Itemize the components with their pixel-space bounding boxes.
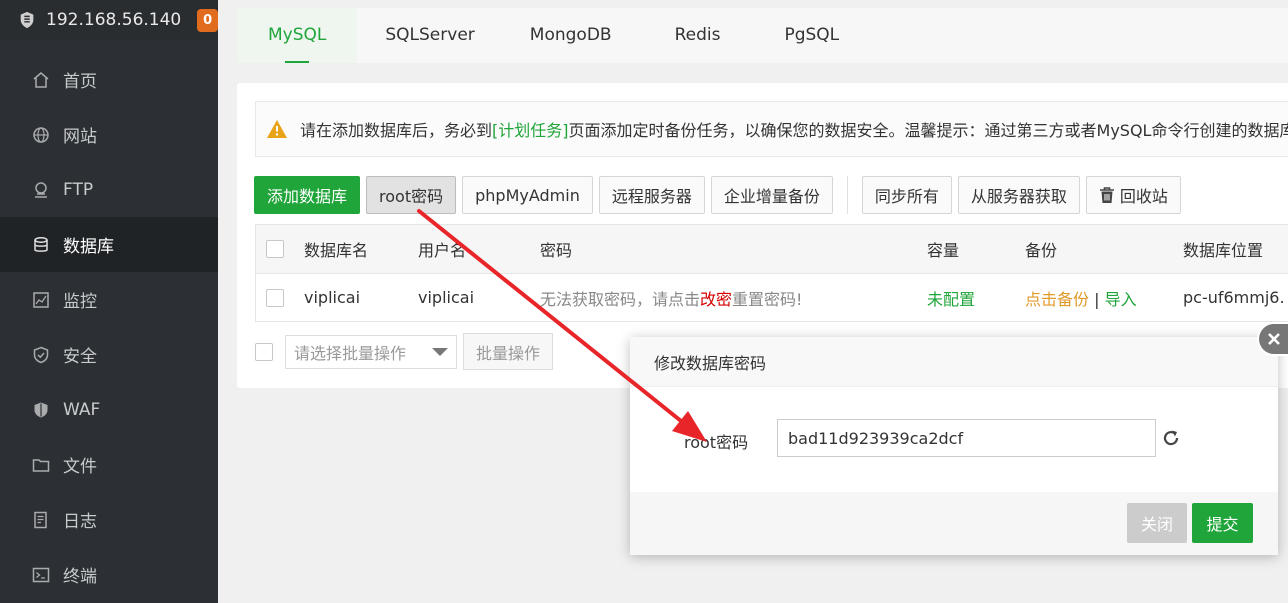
sidebar-item-monitor[interactable]: 监控 (0, 272, 218, 327)
sidebar-item-terminal[interactable]: 终端 (0, 547, 218, 602)
backup-notice: 请在添加数据库后，务必到 [计划任务] 页面添加定时备份任务，以确保您的数据安全。温… (255, 101, 1288, 157)
folder-icon (32, 458, 50, 472)
sidebar-menu: 首页 网站 FTP 数据库 监控 安全 WAF 文件 日志 终端 (0, 52, 218, 602)
tab-mysql[interactable]: MySQL (237, 8, 358, 63)
sidebar-item-websites[interactable]: 网站 (0, 107, 218, 162)
dialog-footer: 关闭 提交 (630, 492, 1278, 555)
fetch-from-server-button[interactable]: 从服务器获取 (957, 176, 1080, 214)
db-toolbar: 添加数据库 root密码 phpMyAdmin 远程服务器 企业增量备份 同步所… (254, 176, 1187, 214)
sidebar-item-home[interactable]: 首页 (0, 52, 218, 107)
change-password-link[interactable]: 改密 (700, 290, 732, 309)
sidebar-item-files[interactable]: 文件 (0, 437, 218, 492)
close-button[interactable]: 关闭 (1127, 503, 1187, 543)
shield-icon (33, 346, 49, 363)
tab-sqlserver[interactable]: SQLServer (357, 8, 502, 63)
batch-operations: 请选择批量操作 批量操作 (255, 333, 554, 370)
row-password-info: 无法获取密码，请点击改密重置密码! (540, 286, 802, 310)
phpmyadmin-button[interactable]: phpMyAdmin (462, 176, 593, 214)
recycle-bin-label: 回收站 (1119, 187, 1168, 206)
row-checkbox[interactable] (266, 288, 284, 307)
sidebar: 192.168.56.140 0 首页 网站 FTP 数据库 监控 安全 WAF… (0, 0, 218, 603)
tab-pgsql[interactable]: PgSQL (756, 8, 867, 63)
refresh-icon[interactable] (1161, 428, 1181, 448)
header-db-name[interactable]: 数据库名 (304, 237, 368, 261)
submit-button[interactable]: 提交 (1192, 503, 1253, 543)
close-icon (1267, 333, 1280, 345)
sync-all-button[interactable]: 同步所有 (861, 176, 952, 214)
notice-prefix: 请在添加数据库后，务必到 (300, 121, 493, 140)
row-db-name: viplicai (304, 288, 361, 307)
batch-checkbox[interactable] (255, 342, 273, 361)
import-link[interactable]: 导入 (1105, 290, 1137, 309)
chevron-down-icon (432, 347, 448, 356)
sidebar-item-ftp[interactable]: FTP (0, 162, 218, 217)
log-icon (34, 511, 47, 528)
select-all-checkbox[interactable] (266, 240, 284, 258)
home-icon (33, 71, 49, 88)
server-header: 192.168.56.140 0 (0, 0, 218, 40)
password-info-suffix: 重置密码! (732, 289, 803, 309)
cron-task-link[interactable]: [计划任务] (492, 117, 569, 141)
waf-icon (34, 402, 48, 417)
header-backup: 备份 (1025, 241, 1058, 260)
terminal-icon (32, 567, 50, 582)
dialog-close-button[interactable] (1257, 322, 1288, 356)
database-icon (34, 236, 48, 252)
header-location: 数据库位置 (1183, 241, 1264, 260)
password-info-prefix: 无法获取密码，请点击 (540, 289, 701, 309)
server-logo-icon (20, 11, 34, 29)
header-user-name[interactable]: 用户名 (418, 237, 466, 261)
sidebar-item-label: WAF (63, 399, 101, 420)
dialog-title: 修改数据库密码 (630, 337, 1278, 387)
root-password-label: root密码 (684, 433, 749, 452)
database-table: 数据库名 用户名 密码 容量 备份 数据库位置 viplicai viplica… (255, 224, 1288, 322)
row-backup-actions: 点击备份 | 导入 (1025, 286, 1137, 310)
row-user-name: viplicai (418, 288, 475, 307)
sidebar-item-label: 数据库 (63, 237, 114, 257)
sidebar-item-database[interactable]: 数据库 (0, 217, 218, 272)
add-database-button[interactable]: 添加数据库 (254, 176, 361, 214)
batch-select-placeholder: 请选择批量操作 (294, 343, 407, 363)
ftp-icon (35, 181, 47, 198)
sidebar-item-label: 文件 (63, 457, 97, 477)
sidebar-item-logs[interactable]: 日志 (0, 492, 218, 547)
backup-separator: | (1089, 289, 1105, 309)
root-password-input[interactable] (777, 419, 1156, 457)
row-capacity[interactable]: 未配置 (927, 286, 975, 310)
remote-server-button[interactable]: 远程服务器 (598, 176, 705, 214)
tab-redis[interactable]: Redis (639, 8, 757, 63)
batch-operation-button[interactable]: 批量操作 (463, 333, 554, 370)
toolbar-divider (846, 176, 848, 214)
tab-mongodb[interactable]: MongoDB (503, 8, 639, 63)
warning-icon (267, 120, 287, 138)
header-password: 密码 (540, 241, 573, 260)
table-row: viplicai viplicai 无法获取密码，请点击改密重置密码! 未配置 … (255, 274, 1288, 322)
batch-select[interactable]: 请选择批量操作 (285, 334, 457, 369)
sidebar-item-label: 监控 (63, 292, 97, 312)
table-header: 数据库名 用户名 密码 容量 备份 数据库位置 (255, 224, 1288, 274)
monitor-icon (33, 291, 49, 308)
notification-badge[interactable]: 0 (197, 8, 218, 32)
sidebar-item-label: 首页 (63, 72, 97, 92)
globe-icon (33, 126, 49, 143)
enterprise-backup-button[interactable]: 企业增量备份 (710, 176, 833, 214)
sidebar-item-waf[interactable]: WAF (0, 382, 218, 437)
server-ip[interactable]: 192.168.56.140 (46, 10, 181, 30)
sidebar-item-security[interactable]: 安全 (0, 327, 218, 382)
header-capacity: 容量 (927, 241, 960, 260)
sidebar-item-label: FTP (63, 179, 94, 200)
change-password-dialog: 修改数据库密码 root密码 关闭 提交 (630, 337, 1278, 555)
backup-link[interactable]: 点击备份 (1025, 290, 1089, 309)
trash-icon (1099, 186, 1114, 203)
notice-suffix: 页面添加定时备份任务，以确保您的数据安全。温馨提示：通过第三方或者MySQL命令… (568, 121, 1288, 140)
recycle-bin-button[interactable]: 回收站 (1085, 176, 1181, 214)
sidebar-item-label: 安全 (63, 347, 97, 367)
sidebar-item-label: 日志 (63, 512, 97, 532)
db-type-tabs: MySQL SQLServer MongoDB Redis PgSQL (237, 8, 1288, 63)
row-location: pc-uf6mmj6. (1183, 288, 1285, 307)
dialog-body: root密码 (630, 387, 1278, 492)
sidebar-item-label: 网站 (63, 127, 97, 147)
sidebar-item-label: 终端 (63, 567, 97, 587)
root-password-button[interactable]: root密码 (366, 176, 457, 214)
